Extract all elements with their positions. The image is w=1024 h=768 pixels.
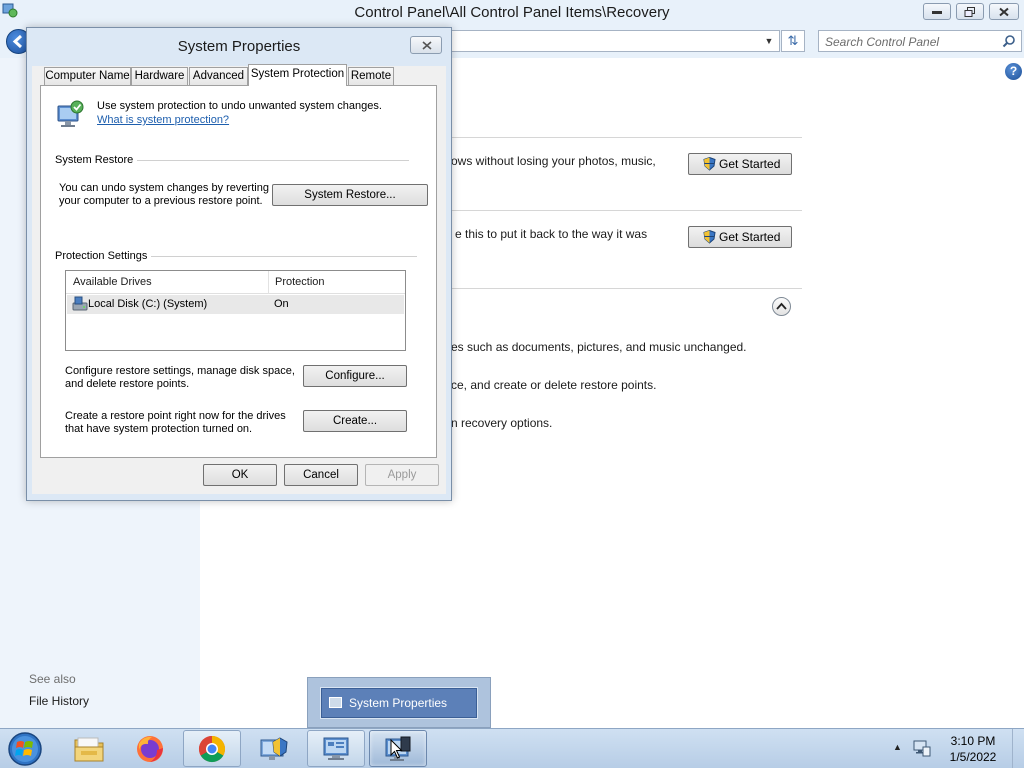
ok-button[interactable]: OK — [203, 464, 277, 486]
advanced-option-text: n recovery options. — [451, 416, 553, 430]
tab-hardware[interactable]: Hardware — [131, 67, 188, 85]
tab-computer-name[interactable]: Computer Name — [44, 67, 131, 85]
protection-status: On — [274, 298, 289, 310]
show-hidden-icons-button[interactable]: ▲ — [893, 742, 902, 752]
help-icon[interactable]: ? — [1005, 63, 1022, 80]
thumbnail-label: System Properties — [349, 696, 448, 710]
local-disk-icon — [72, 296, 88, 311]
system-restore-description: You can undo system changes by reverting… — [59, 182, 269, 207]
firefox-icon — [137, 735, 163, 762]
refresh-description: ows without losing your photos, music, — [451, 154, 656, 168]
cancel-button[interactable]: Cancel — [284, 464, 358, 486]
system-properties-dialog: System Properties Computer Name Hardware… — [26, 27, 452, 501]
uac-shield-icon — [703, 157, 716, 171]
window-icon — [329, 697, 342, 708]
create-description: Create a restore point right now for the… — [65, 410, 286, 435]
thumbnail-window-item[interactable]: System Properties — [320, 687, 478, 719]
chrome-icon — [198, 735, 226, 762]
what-is-system-protection-link[interactable]: What is system protection? — [97, 114, 229, 126]
chevron-up-icon — [776, 302, 787, 310]
system-restore-group-label: System Restore — [55, 154, 138, 166]
mouse-cursor-icon — [390, 739, 403, 759]
taskbar-item-network-and-sharing[interactable] — [307, 730, 365, 767]
dialog-close-button[interactable] — [410, 36, 442, 54]
folder-icon — [74, 737, 104, 761]
column-divider — [268, 271, 269, 294]
show-desktop-button[interactable] — [1012, 729, 1024, 768]
intro-description: Use system protection to undo unwanted s… — [97, 100, 382, 112]
address-history-dropdown[interactable]: ▼ — [762, 32, 776, 50]
advanced-option-text: es such as documents, pictures, and musi… — [451, 340, 747, 354]
system-protection-panel: Use system protection to undo unwanted s… — [40, 85, 437, 458]
search-input[interactable] — [825, 34, 995, 49]
address-field[interactable] — [440, 30, 780, 52]
column-header-available-drives[interactable]: Available Drives — [73, 276, 152, 288]
table-row[interactable]: Local Disk (C:) (System) On — [67, 295, 404, 314]
start-button[interactable] — [4, 729, 46, 768]
get-started-label: Get Started — [719, 230, 781, 244]
get-started-refresh-button[interactable]: Get Started — [688, 153, 792, 175]
reset-description: e this to put it back to the way it was — [455, 227, 648, 241]
apply-button[interactable]: Apply — [365, 464, 439, 486]
network-status-icon[interactable] — [913, 739, 931, 757]
system-protection-icon — [57, 100, 84, 127]
configure-description: Configure restore settings, manage disk … — [65, 365, 295, 390]
dialog-body: Computer Name Hardware Advanced System P… — [32, 64, 446, 494]
divider — [440, 288, 802, 289]
window-title: Control Panel\All Control Panel Items\Re… — [354, 4, 670, 21]
tab-advanced[interactable]: Advanced — [189, 67, 248, 85]
minimize-button[interactable] — [923, 3, 951, 20]
taskbar-item-firefox[interactable] — [121, 730, 179, 767]
divider — [440, 210, 802, 211]
clock-time[interactable]: 3:10 PM — [940, 734, 1006, 748]
get-started-label: Get Started — [719, 157, 781, 171]
clock-date[interactable]: 1/5/2022 — [940, 750, 1006, 764]
refresh-button[interactable]: ⇅ — [781, 30, 805, 52]
dialog-title: System Properties — [177, 38, 301, 55]
system-restore-button[interactable]: System Restore... — [272, 184, 428, 206]
column-header-protection[interactable]: Protection — [275, 276, 325, 288]
collapse-section-button[interactable] — [772, 297, 791, 316]
title-bar: Control Panel\All Control Panel Items\Re… — [0, 0, 1024, 26]
taskbar-item-chrome[interactable] — [183, 730, 241, 767]
minimize-icon — [932, 10, 942, 14]
advanced-option-text: ce, and create or delete restore points. — [451, 378, 657, 392]
restore-button[interactable] — [956, 3, 984, 20]
network-icon — [323, 737, 349, 760]
uac-shield-icon — [703, 230, 716, 244]
file-history-link[interactable]: File History — [29, 694, 89, 708]
taskbar-item-control-panel[interactable] — [245, 730, 303, 767]
close-icon — [999, 7, 1009, 16]
drive-name: Local Disk (C:) (System) — [88, 298, 208, 310]
tab-system-protection[interactable]: System Protection — [248, 64, 347, 86]
taskbar-item-windows-explorer[interactable] — [60, 730, 118, 767]
intro-text: Use system protection to undo unwanted s… — [97, 99, 407, 127]
taskbar: ▲ 3:10 PM 1/5/2022 — [0, 728, 1024, 768]
get-started-reset-button[interactable]: Get Started — [688, 226, 792, 248]
search-icon[interactable] — [1002, 34, 1016, 48]
search-box[interactable] — [818, 30, 1022, 52]
close-icon — [422, 41, 432, 50]
control-panel-icon — [260, 736, 288, 760]
divider — [440, 137, 802, 138]
table-header: Available Drives Protection — [66, 271, 405, 294]
drives-table[interactable]: Available Drives Protection Local Disk (… — [65, 270, 406, 351]
restore-icon — [964, 6, 975, 17]
configure-button[interactable]: Configure... — [303, 365, 407, 387]
protection-settings-group-label: Protection Settings — [55, 250, 152, 262]
create-button[interactable]: Create... — [303, 410, 407, 432]
see-also-label: See also — [29, 672, 76, 686]
close-button[interactable] — [989, 3, 1019, 20]
taskbar-thumbnail-preview[interactable]: System Properties — [307, 677, 491, 728]
tab-remote[interactable]: Remote — [348, 67, 394, 85]
